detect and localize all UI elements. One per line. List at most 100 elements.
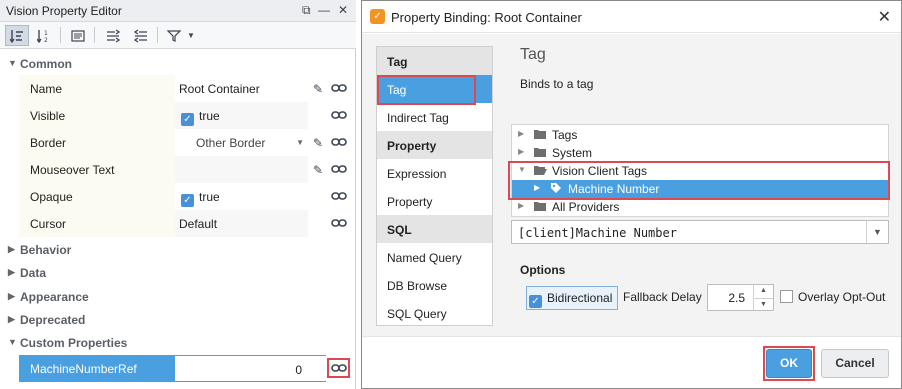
tree-node-machine-number[interactable]: ▶ Machine Number bbox=[512, 180, 888, 198]
folder-icon bbox=[534, 128, 546, 142]
fallback-delay-value[interactable]: 2.5 bbox=[728, 291, 745, 305]
section-appearance[interactable]: ▶ Appearance bbox=[0, 286, 356, 308]
tag-path-field[interactable]: [client]Machine Number ▼ bbox=[511, 220, 889, 244]
section-behavior[interactable]: ▶ Behavior bbox=[0, 239, 356, 261]
property-mouseover-label: Mouseover Text bbox=[19, 156, 175, 183]
property-row-cursor: Cursor Default bbox=[0, 210, 356, 237]
expand-arrow-icon: ▶ bbox=[8, 244, 15, 254]
expand-arrow-icon[interactable]: ▶ bbox=[518, 147, 524, 156]
binding-link-icon[interactable] bbox=[331, 136, 347, 151]
property-row-border: Border Other Border ▼ ✎ bbox=[0, 129, 356, 156]
binding-type-sql-query[interactable]: SQL Query bbox=[377, 299, 492, 327]
expand-arrow-icon[interactable]: ▶ bbox=[518, 129, 524, 138]
binding-link-icon[interactable] bbox=[331, 109, 347, 124]
section-common[interactable]: ▼ Common bbox=[0, 53, 356, 75]
binding-link-icon[interactable] bbox=[331, 190, 347, 205]
description-icon[interactable] bbox=[66, 25, 90, 46]
binding-type-tag[interactable]: Tag bbox=[377, 75, 492, 103]
float-icon[interactable]: ⧉ bbox=[302, 3, 311, 18]
dialog-body: Tag Tag Indirect Tag Property Expression… bbox=[362, 34, 901, 336]
minimize-icon[interactable]: — bbox=[318, 3, 330, 17]
property-row-machine-number-ref[interactable]: MachineNumberRef 0 bbox=[0, 355, 356, 382]
group-property: Property bbox=[377, 131, 492, 159]
checkbox-checked-icon[interactable]: ✓ bbox=[181, 113, 194, 126]
close-icon[interactable]: ✕ bbox=[338, 3, 348, 17]
section-data[interactable]: ▶ Data bbox=[0, 262, 356, 284]
collapse-all-icon[interactable] bbox=[129, 25, 153, 46]
bidirectional-checkbox[interactable]: ✓ Bidirectional bbox=[526, 286, 618, 310]
filter-dropdown-icon[interactable]: ▼ bbox=[163, 25, 199, 46]
edit-pencil-icon[interactable]: ✎ bbox=[313, 163, 323, 177]
svg-text:1: 1 bbox=[44, 30, 48, 37]
property-name-label: Name bbox=[19, 75, 175, 102]
collapse-arrow-icon[interactable]: ▼ bbox=[518, 165, 526, 174]
binding-type-expression[interactable]: Expression bbox=[377, 159, 492, 187]
tree-node-system[interactable]: ▶ System bbox=[512, 144, 888, 162]
checkbox-unchecked-icon[interactable] bbox=[780, 290, 793, 303]
edit-pencil-icon[interactable]: ✎ bbox=[313, 136, 323, 150]
property-editor-titlebar: Vision Property Editor ⧉ — ✕ bbox=[0, 0, 356, 22]
tag-browser-tree: ▶ Tags ▶ System ▼ Vision Client Tags ▶ M… bbox=[511, 124, 889, 217]
cancel-button[interactable]: Cancel bbox=[821, 349, 889, 378]
checkbox-checked-icon[interactable]: ✓ bbox=[529, 295, 542, 308]
property-visible-value[interactable]: ✓ true bbox=[175, 102, 308, 129]
app-logo-icon: ✓ bbox=[370, 9, 385, 24]
config-description: Binds to a tag bbox=[520, 77, 594, 91]
folder-icon bbox=[534, 146, 546, 160]
toolbar-divider bbox=[60, 27, 61, 43]
dropdown-arrow-icon[interactable]: ▼ bbox=[296, 138, 304, 147]
section-custom-properties[interactable]: ▼ Custom Properties bbox=[0, 332, 356, 354]
property-cursor-value[interactable]: Default bbox=[175, 210, 308, 237]
spinner-up-icon[interactable]: ▲ bbox=[753, 285, 773, 297]
binding-link-icon[interactable] bbox=[331, 163, 347, 178]
binding-type-property[interactable]: Property bbox=[377, 187, 492, 215]
expand-arrow-icon[interactable]: ▶ bbox=[518, 201, 524, 210]
binding-type-named-query[interactable]: Named Query bbox=[377, 243, 492, 271]
options-label: Options bbox=[520, 263, 566, 277]
expand-arrow-icon: ▶ bbox=[8, 291, 15, 301]
overlay-opt-out-checkbox[interactable]: Overlay Opt-Out bbox=[780, 290, 885, 304]
property-machine-value[interactable]: 0 bbox=[175, 355, 326, 382]
ok-button[interactable]: OK bbox=[766, 349, 812, 378]
collapse-arrow-icon: ▼ bbox=[8, 337, 17, 347]
toolbar-divider bbox=[94, 27, 95, 43]
property-row-visible: Visible ✓ true bbox=[0, 102, 356, 129]
tree-node-all-providers[interactable]: ▶ All Providers bbox=[512, 198, 888, 216]
sort-alphabetical-icon[interactable]: 12 bbox=[32, 25, 56, 46]
dialog-footer: OK Cancel bbox=[362, 336, 901, 388]
property-border-value[interactable]: Other Border ▼ bbox=[175, 129, 308, 156]
collapse-arrow-icon: ▼ bbox=[8, 58, 17, 68]
spinner-down-icon[interactable]: ▼ bbox=[753, 298, 773, 310]
section-deprecated[interactable]: ▶ Deprecated bbox=[0, 309, 356, 331]
dropdown-arrow-icon[interactable]: ▼ bbox=[866, 221, 888, 243]
fallback-delay-label: Fallback Delay bbox=[623, 290, 702, 304]
expand-arrow-icon[interactable]: ▶ bbox=[534, 183, 540, 192]
property-cursor-label: Cursor bbox=[19, 210, 175, 237]
checkbox-checked-icon[interactable]: ✓ bbox=[181, 194, 194, 207]
property-mouseover-value[interactable] bbox=[175, 156, 308, 183]
property-opaque-value[interactable]: ✓ true bbox=[175, 183, 308, 210]
dialog-titlebar: ✓ Property Binding: Root Container ✕ bbox=[362, 1, 901, 33]
binding-type-db-browse[interactable]: DB Browse bbox=[377, 271, 492, 299]
property-toolbar: 12 ▼ bbox=[0, 22, 356, 49]
dialog-title: Property Binding: Root Container bbox=[391, 10, 582, 25]
property-editor-panel: Vision Property Editor ⧉ — ✕ 12 ▼ ▼ Comm… bbox=[0, 0, 356, 389]
fallback-delay-spinner[interactable]: 2.5 ▲ ▼ bbox=[707, 284, 774, 311]
panel-title: Vision Property Editor bbox=[6, 4, 122, 18]
tree-node-tags[interactable]: ▶ Tags bbox=[512, 126, 888, 144]
binding-link-icon[interactable] bbox=[331, 82, 347, 97]
binding-link-icon[interactable] bbox=[331, 362, 347, 377]
binding-link-icon[interactable] bbox=[331, 217, 347, 232]
expand-all-icon[interactable] bbox=[101, 25, 125, 46]
property-binding-dialog: ✓ Property Binding: Root Container ✕ Tag… bbox=[361, 0, 902, 389]
svg-text:2: 2 bbox=[44, 37, 48, 43]
edit-pencil-icon[interactable]: ✎ bbox=[313, 82, 323, 96]
open-folder-icon bbox=[534, 164, 547, 178]
binding-type-indirect-tag[interactable]: Indirect Tag bbox=[377, 103, 492, 131]
sort-categorized-icon[interactable] bbox=[5, 25, 29, 46]
property-name-value[interactable]: Root Container bbox=[175, 75, 308, 102]
tree-node-vision-client-tags[interactable]: ▼ Vision Client Tags bbox=[512, 162, 888, 180]
close-icon[interactable]: ✕ bbox=[878, 7, 891, 27]
property-row-name: Name Root Container ✎ bbox=[0, 75, 356, 102]
group-sql: SQL bbox=[377, 215, 492, 243]
